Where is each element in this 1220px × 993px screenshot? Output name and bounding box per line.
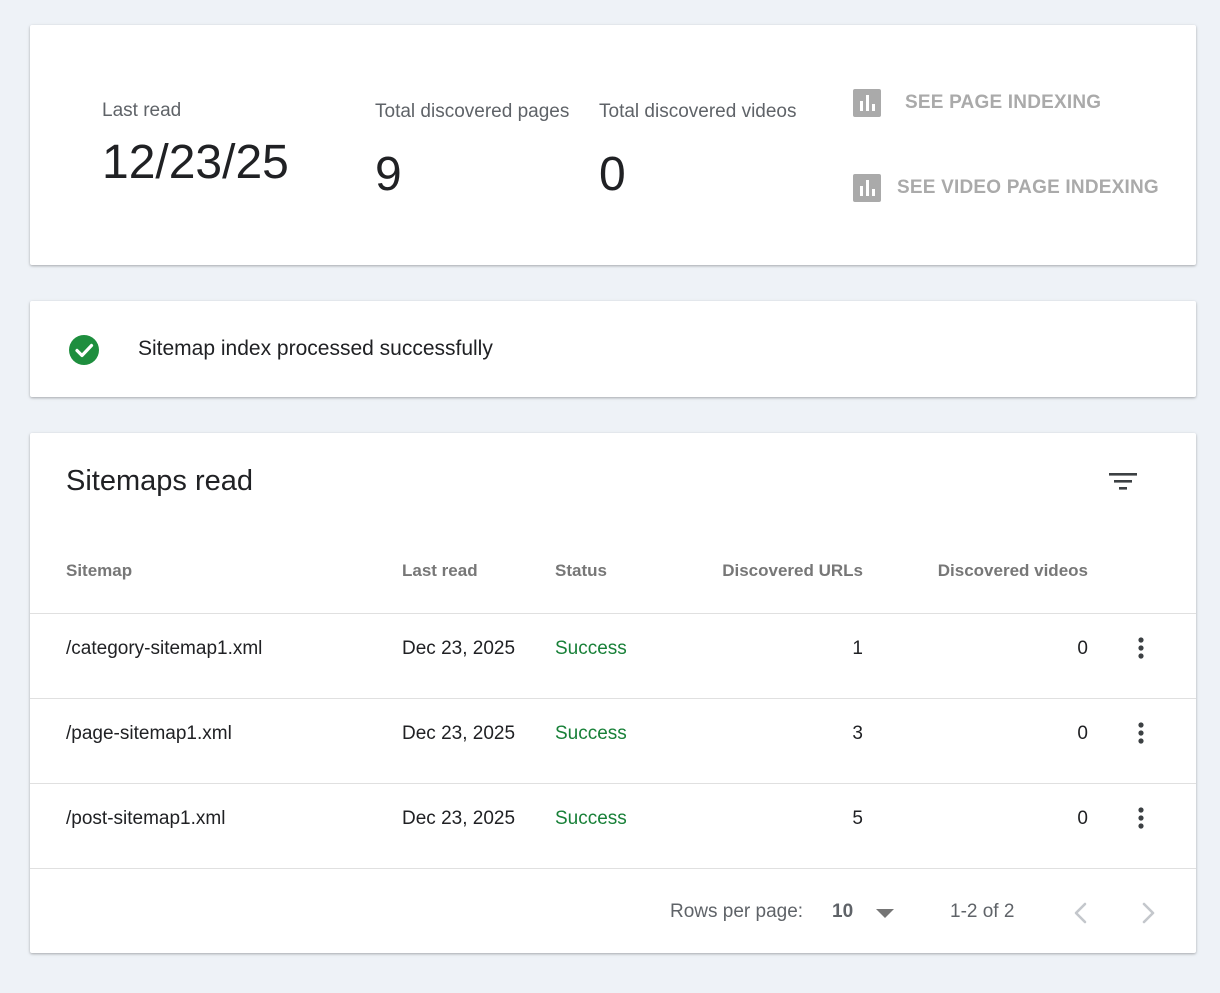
table-row[interactable]: /category-sitemap1.xml Dec 23, 2025 Succ… bbox=[30, 613, 1196, 699]
discovered-urls: 3 bbox=[852, 723, 863, 744]
more-vert-icon[interactable] bbox=[1126, 804, 1156, 834]
status-card: Sitemap index processed successfully bbox=[30, 301, 1196, 397]
pagination-range: 1-2 of 2 bbox=[950, 901, 1015, 922]
column-header-status[interactable]: Status bbox=[555, 561, 607, 581]
sitemaps-table-card: Sitemaps read Sitemap Last read Status D… bbox=[30, 433, 1196, 953]
bar-chart-icon bbox=[853, 89, 881, 117]
status-message: Sitemap index processed successfully bbox=[138, 337, 493, 360]
discovered-videos: 0 bbox=[1077, 723, 1088, 744]
rows-per-page-value: 10 bbox=[832, 901, 854, 922]
last-read-date: Dec 23, 2025 bbox=[402, 723, 516, 744]
dropdown-arrow-icon bbox=[876, 909, 894, 918]
sitemap-path: /page-sitemap1.xml bbox=[66, 723, 232, 744]
rows-per-page-select[interactable]: 10 bbox=[832, 899, 902, 929]
column-header-sitemap[interactable]: Sitemap bbox=[66, 561, 132, 581]
see-page-indexing-label: SEE PAGE INDEXING bbox=[905, 92, 1102, 113]
total-pages-value: 9 bbox=[375, 148, 402, 201]
last-read-value: 12/23/25 bbox=[102, 136, 289, 189]
column-header-discovered-urls[interactable]: Discovered URLs bbox=[690, 561, 863, 581]
pagination-bar: Rows per page: 10 1-2 of 2 bbox=[30, 868, 1196, 954]
status-value: Success bbox=[555, 808, 627, 829]
table-row[interactable]: /post-sitemap1.xml Dec 23, 2025 Success … bbox=[30, 783, 1196, 869]
last-read-label: Last read bbox=[102, 100, 182, 121]
chevron-left-icon[interactable] bbox=[1063, 895, 1099, 931]
see-page-indexing-button[interactable]: SEE PAGE INDEXING bbox=[853, 89, 1101, 117]
discovered-urls: 5 bbox=[852, 808, 863, 829]
total-pages-label: Total discovered pages bbox=[375, 101, 570, 122]
filter-icon[interactable] bbox=[1106, 463, 1142, 499]
discovered-videos: 0 bbox=[1077, 638, 1088, 659]
status-value: Success bbox=[555, 638, 627, 659]
last-read-date: Dec 23, 2025 bbox=[402, 638, 516, 659]
total-videos-value: 0 bbox=[599, 148, 626, 201]
bar-chart-icon bbox=[853, 174, 881, 202]
total-videos-label: Total discovered videos bbox=[599, 101, 797, 122]
chevron-right-icon[interactable] bbox=[1130, 895, 1166, 931]
more-vert-icon[interactable] bbox=[1126, 634, 1156, 664]
sitemap-path: /post-sitemap1.xml bbox=[66, 808, 226, 829]
see-video-indexing-label: SEE VIDEO PAGE INDEXING bbox=[897, 177, 1159, 198]
discovered-urls: 1 bbox=[852, 638, 863, 659]
card-title: Sitemaps read bbox=[66, 465, 253, 497]
column-header-last-read[interactable]: Last read bbox=[402, 561, 478, 581]
check-circle-icon bbox=[69, 335, 99, 365]
sitemap-path: /category-sitemap1.xml bbox=[66, 638, 263, 659]
table-row[interactable]: /page-sitemap1.xml Dec 23, 2025 Success … bbox=[30, 698, 1196, 784]
column-header-discovered-videos[interactable]: Discovered videos bbox=[890, 561, 1088, 581]
discovered-videos: 0 bbox=[1077, 808, 1088, 829]
see-video-indexing-button[interactable]: SEE VIDEO PAGE INDEXING bbox=[853, 174, 1159, 202]
last-read-date: Dec 23, 2025 bbox=[402, 808, 516, 829]
rows-per-page-label: Rows per page: bbox=[670, 901, 804, 922]
status-value: Success bbox=[555, 723, 627, 744]
summary-card: Last read 12/23/25 Total discovered page… bbox=[30, 25, 1196, 265]
more-vert-icon[interactable] bbox=[1126, 719, 1156, 749]
